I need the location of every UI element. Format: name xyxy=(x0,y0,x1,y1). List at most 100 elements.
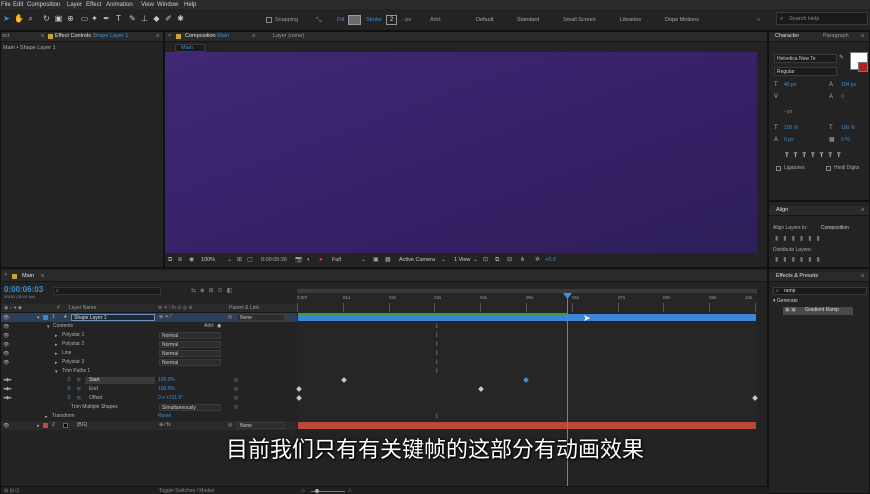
layer1-expand-icon[interactable]: ▾ xyxy=(37,315,40,321)
baseline-shift-value[interactable]: 0 px xyxy=(784,138,793,143)
fast-preview-icon[interactable]: ⧉ xyxy=(495,257,499,263)
grid-icon[interactable]: ⊞ xyxy=(237,257,242,263)
stroke-width-field[interactable]: 2 xyxy=(386,15,397,25)
tab-effects-presets[interactable]: Effects & Presets xyxy=(776,273,818,280)
workspace-libraries[interactable]: Libraries xyxy=(620,17,641,24)
views-dropdown[interactable]: 1 View xyxy=(454,257,470,264)
menu-view[interactable]: View xyxy=(141,2,154,8)
add-label[interactable]: Add: xyxy=(430,17,441,24)
timeline-panel-menu-icon[interactable]: ≡ xyxy=(41,273,44,280)
rectangle-tool-icon[interactable]: ▭ xyxy=(80,14,89,23)
effects-search-field[interactable]: ⌕ ramp xyxy=(773,287,867,295)
tab-effect-controls[interactable]: Effect Controls Shape Layer 1 xyxy=(55,33,128,40)
menu-layer[interactable]: Layer xyxy=(67,2,82,8)
polystar2-visibility-icon[interactable]: 👁 xyxy=(3,342,9,348)
comp-subtab[interactable]: Main xyxy=(175,44,205,52)
vertical-scale-value[interactable]: 100 % xyxy=(784,126,798,131)
offset-expression-icon[interactable]: ◎ xyxy=(234,396,238,401)
tab-project[interactable]: ect xyxy=(2,33,9,40)
stroke-label[interactable]: Stroke xyxy=(366,17,382,24)
trim-end-row[interactable]: ◂◆▸ ⏱ ⊵ End 100.0% ◎ xyxy=(1,385,297,394)
selection-tool-icon[interactable]: ➤ xyxy=(2,14,11,23)
zoom-chevron-down-icon[interactable]: ⌄ xyxy=(227,257,232,263)
layer2-parent-pickwhip-icon[interactable]: ◎ xyxy=(228,423,232,428)
zoom-in-icon[interactable]: ⌂ xyxy=(348,488,352,494)
col-layer-name[interactable]: Layer Name xyxy=(69,306,96,311)
layer2-label-color[interactable] xyxy=(43,423,48,428)
align-panel-menu-icon[interactable]: ≡ xyxy=(861,207,864,214)
add-shape-icon[interactable]: ◉ xyxy=(217,324,221,329)
polystar2-blend-mode[interactable]: Normal xyxy=(159,341,221,348)
group-row-polystar-1[interactable]: 👁 ▸ Polystar 1 Normal xyxy=(1,331,297,340)
workspace-standard[interactable]: Standard xyxy=(517,17,539,24)
character-panel-menu-icon[interactable]: ≡ xyxy=(861,33,864,40)
start-keyframe-nav-icon[interactable]: ◂◆▸ xyxy=(3,378,12,383)
group-row-line[interactable]: 👁 ▸ Line Normal xyxy=(1,349,297,358)
work-area-bar[interactable] xyxy=(297,289,757,293)
resolution-dropdown[interactable]: Full xyxy=(332,257,341,264)
gradient-ramp-item[interactable]: ▣ ▣ Gradient Ramp xyxy=(783,307,853,315)
end-expression-icon[interactable]: ◎ xyxy=(234,387,238,392)
brush-tool-icon[interactable]: ✎ xyxy=(128,14,137,23)
workspace-overflow-icon[interactable]: » xyxy=(757,17,760,24)
snap-options-icon[interactable]: ⤡ xyxy=(316,17,322,24)
snapshot-icon[interactable]: 📷 xyxy=(295,257,302,263)
end-graph-icon[interactable]: ⊵ xyxy=(77,387,81,392)
start-stopwatch-icon[interactable]: ⏱ xyxy=(67,378,71,383)
generate-category[interactable]: ▾ Generate xyxy=(773,299,798,304)
roto-brush-tool-icon[interactable]: ✐ xyxy=(164,14,173,23)
trim-multiple-dropdown[interactable]: Simultaneously xyxy=(159,404,221,411)
pen-tool-icon[interactable]: ✒ xyxy=(102,14,111,23)
trim-start-row[interactable]: ◂◆▸ ⏱ ⊵ Start 100.0% ◎ xyxy=(1,376,297,385)
timeline-lock-icon[interactable] xyxy=(12,274,17,279)
type-tool-icon[interactable]: T xyxy=(114,14,123,23)
always-preview-icon[interactable]: ⧉ xyxy=(168,257,172,263)
zoom-dropdown[interactable]: 100% xyxy=(201,257,215,264)
start-graph-icon[interactable]: ⊵ xyxy=(77,378,81,383)
pan-behind-tool-icon[interactable]: ⊕ xyxy=(66,14,75,23)
horizontal-scale-value[interactable]: 100 % xyxy=(841,126,855,131)
menu-effect[interactable]: Effect xyxy=(86,2,101,8)
polystar1-visibility-icon[interactable]: 👁 xyxy=(3,333,9,339)
snapping-checkbox[interactable] xyxy=(266,17,272,23)
start-expression-icon[interactable]: ◎ xyxy=(234,378,238,383)
transform-expand-icon[interactable]: ▸ xyxy=(45,414,48,420)
layer2-track[interactable] xyxy=(297,421,757,430)
eyedropper-icon[interactable]: ✎ xyxy=(839,55,844,61)
tab-character[interactable]: Character xyxy=(775,33,799,40)
timeline-icon[interactable]: ⊟ xyxy=(507,257,512,263)
layer2-expand-icon[interactable]: ▸ xyxy=(37,423,40,429)
contents-expand-icon[interactable]: ▾ xyxy=(47,324,50,330)
camera-chevron-down-icon[interactable]: ⌄ xyxy=(441,257,446,263)
distribute-buttons[interactable]: ▮▮▮▮▮▮ xyxy=(775,257,825,263)
layer1-visibility-icon[interactable]: 👁 xyxy=(3,315,9,321)
leading-value[interactable]: 104 px xyxy=(841,83,856,88)
line-visibility-icon[interactable]: 👁 xyxy=(3,351,9,357)
transform-reset-link[interactable]: Reset xyxy=(158,414,171,419)
eraser-tool-icon[interactable]: ◆ xyxy=(152,14,161,23)
col-parent-link[interactable]: Parent & Link xyxy=(229,306,259,311)
trim-multiple-expression-icon[interactable]: ◎ xyxy=(234,405,238,410)
footer-icons[interactable]: ⊞ ⊟ ⊡ xyxy=(4,489,19,494)
mask-visibility-icon[interactable]: ◉ xyxy=(189,257,194,263)
layer1-switches[interactable]: ⊕ ✶ ⁄ xyxy=(159,315,171,320)
polystar3-expand-icon[interactable]: ▸ xyxy=(55,360,58,366)
puppet-tool-icon[interactable]: ✱ xyxy=(176,14,185,23)
timeline-search-field[interactable]: ⌕ xyxy=(53,287,161,295)
zoom-tool-icon[interactable]: ⌕ xyxy=(26,14,35,23)
menu-edit[interactable]: Edit xyxy=(13,2,23,8)
comp-timecode[interactable]: 0:00:05:26 xyxy=(261,257,287,264)
start-label-highlight[interactable]: Start xyxy=(85,377,155,384)
workspace-small-screen[interactable]: Small Screen xyxy=(563,17,596,24)
flowchart-icon[interactable]: ⋔ xyxy=(520,257,525,263)
views-chevron-down-icon[interactable]: ⌄ xyxy=(473,257,478,263)
end-keyframe-nav-icon[interactable]: ◂◆▸ xyxy=(3,387,12,392)
menu-file[interactable]: File xyxy=(1,2,11,8)
fast-previews-icon[interactable]: ⧈ xyxy=(178,257,182,263)
stroke-color-swatch[interactable] xyxy=(858,62,868,72)
toggle-pixel-aspect-icon[interactable]: ⊡ xyxy=(483,257,488,263)
stroke-px-field[interactable]: - px xyxy=(402,17,411,24)
layer1-track[interactable] xyxy=(297,313,757,322)
resolution-chevron-down-icon[interactable]: ⌄ xyxy=(361,257,366,263)
comp-panel-menu-icon[interactable]: ≡ xyxy=(252,33,255,40)
